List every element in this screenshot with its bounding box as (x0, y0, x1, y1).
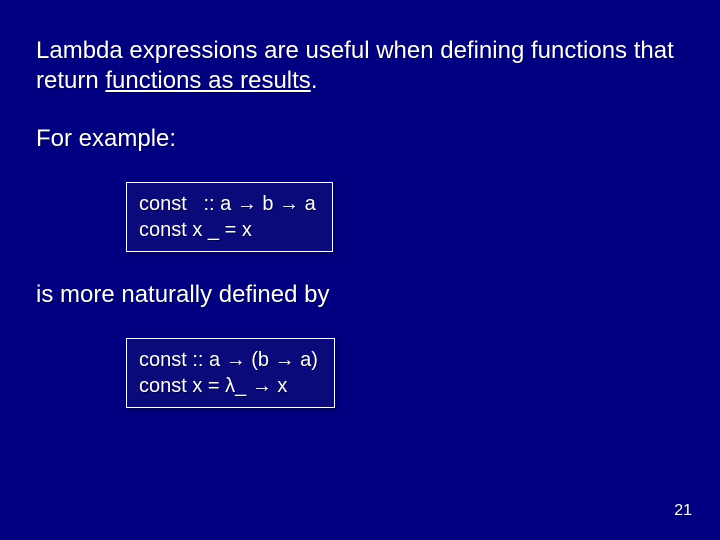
for-example-label: For example: (36, 124, 684, 154)
mid-text: is more naturally defined by (36, 280, 684, 310)
page-number: 21 (674, 502, 692, 520)
code-box-1: const :: a → b → a const x _ = x (126, 182, 333, 252)
code1-line2: const x _ = x (139, 217, 316, 243)
intro-text-part3: . (311, 67, 318, 94)
slide: Lambda expressions are useful when defin… (0, 0, 720, 540)
code2-line2: const x = λ_ → x (139, 373, 318, 399)
code1-line1: const :: a → b → a (139, 191, 316, 217)
intro-text-underlined: functions as results (105, 67, 310, 94)
code2-line1: const :: a → (b → a) (139, 347, 318, 373)
intro-paragraph: Lambda expressions are useful when defin… (36, 36, 684, 96)
code-box-2: const :: a → (b → a) const x = λ_ → x (126, 338, 335, 408)
